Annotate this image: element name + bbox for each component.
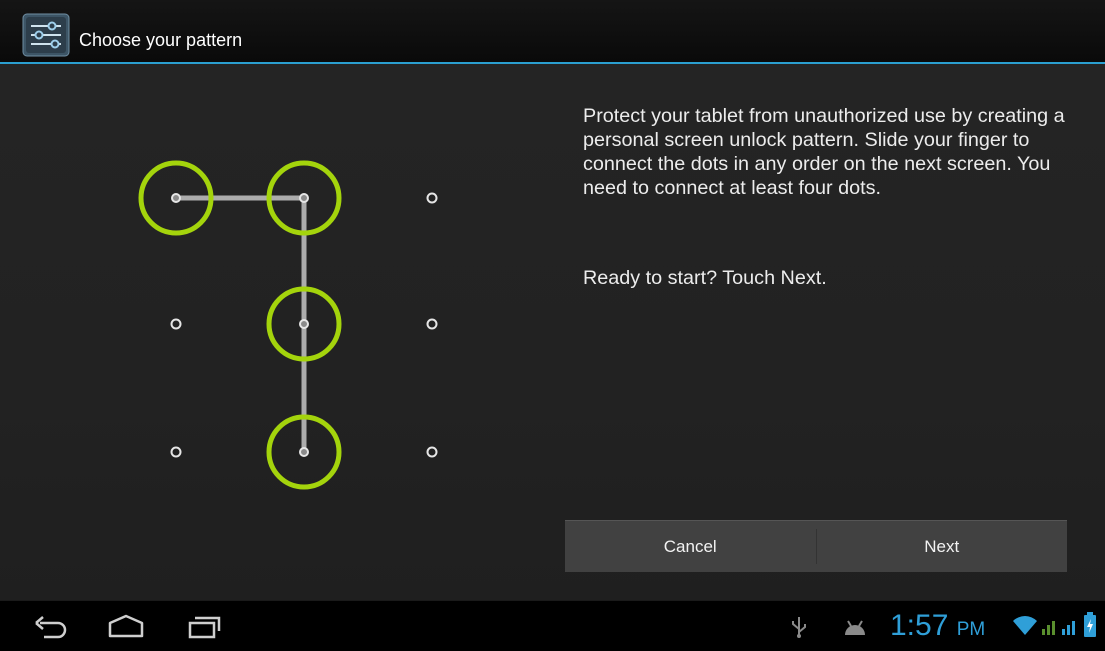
pattern-example — [110, 144, 510, 544]
settings-sliders-icon[interactable] — [22, 13, 70, 57]
button-bar: Cancel Next — [565, 520, 1067, 572]
wifi-icon — [1012, 613, 1038, 641]
clock-ampm: PM — [956, 619, 986, 640]
battery-icon — [1082, 611, 1098, 643]
pattern-dot-8 — [299, 447, 309, 457]
pattern-dot-5 — [299, 319, 309, 329]
clock[interactable]: 1:57 PM — [890, 609, 985, 647]
screen: Choose your pattern Protect your tablet … — [0, 0, 1105, 651]
system-bar: 1:57 PM — [0, 600, 1105, 651]
pattern-dot-7 — [170, 446, 182, 458]
content-area: Protect your tablet from unauthorized us… — [0, 64, 1105, 600]
pattern-dot-2 — [299, 193, 309, 203]
ready-text: Ready to start? Touch Next. — [583, 267, 827, 289]
pattern-dot-1 — [171, 193, 181, 203]
pattern-dot-3 — [426, 192, 438, 204]
usb-icon — [790, 615, 808, 643]
action-bar: Choose your pattern — [0, 0, 1105, 64]
recent-apps-icon[interactable] — [182, 611, 226, 641]
pattern-dot-9 — [426, 446, 438, 458]
pattern-dot-6 — [426, 318, 438, 330]
next-button[interactable]: Next — [817, 521, 1068, 572]
clock-time: 1:57 — [890, 609, 949, 642]
pattern-path — [176, 195, 307, 452]
cancel-button[interactable]: Cancel — [565, 521, 816, 572]
back-icon[interactable] — [30, 611, 74, 641]
pattern-dot-4 — [170, 318, 182, 330]
signal-icon — [1040, 613, 1060, 641]
signal-icon — [1060, 613, 1080, 641]
description-text: Protect your tablet from unauthorized us… — [583, 105, 1065, 199]
home-icon[interactable] — [104, 611, 148, 641]
page-title: Choose your pattern — [79, 30, 243, 50]
android-debug-icon — [842, 617, 868, 641]
